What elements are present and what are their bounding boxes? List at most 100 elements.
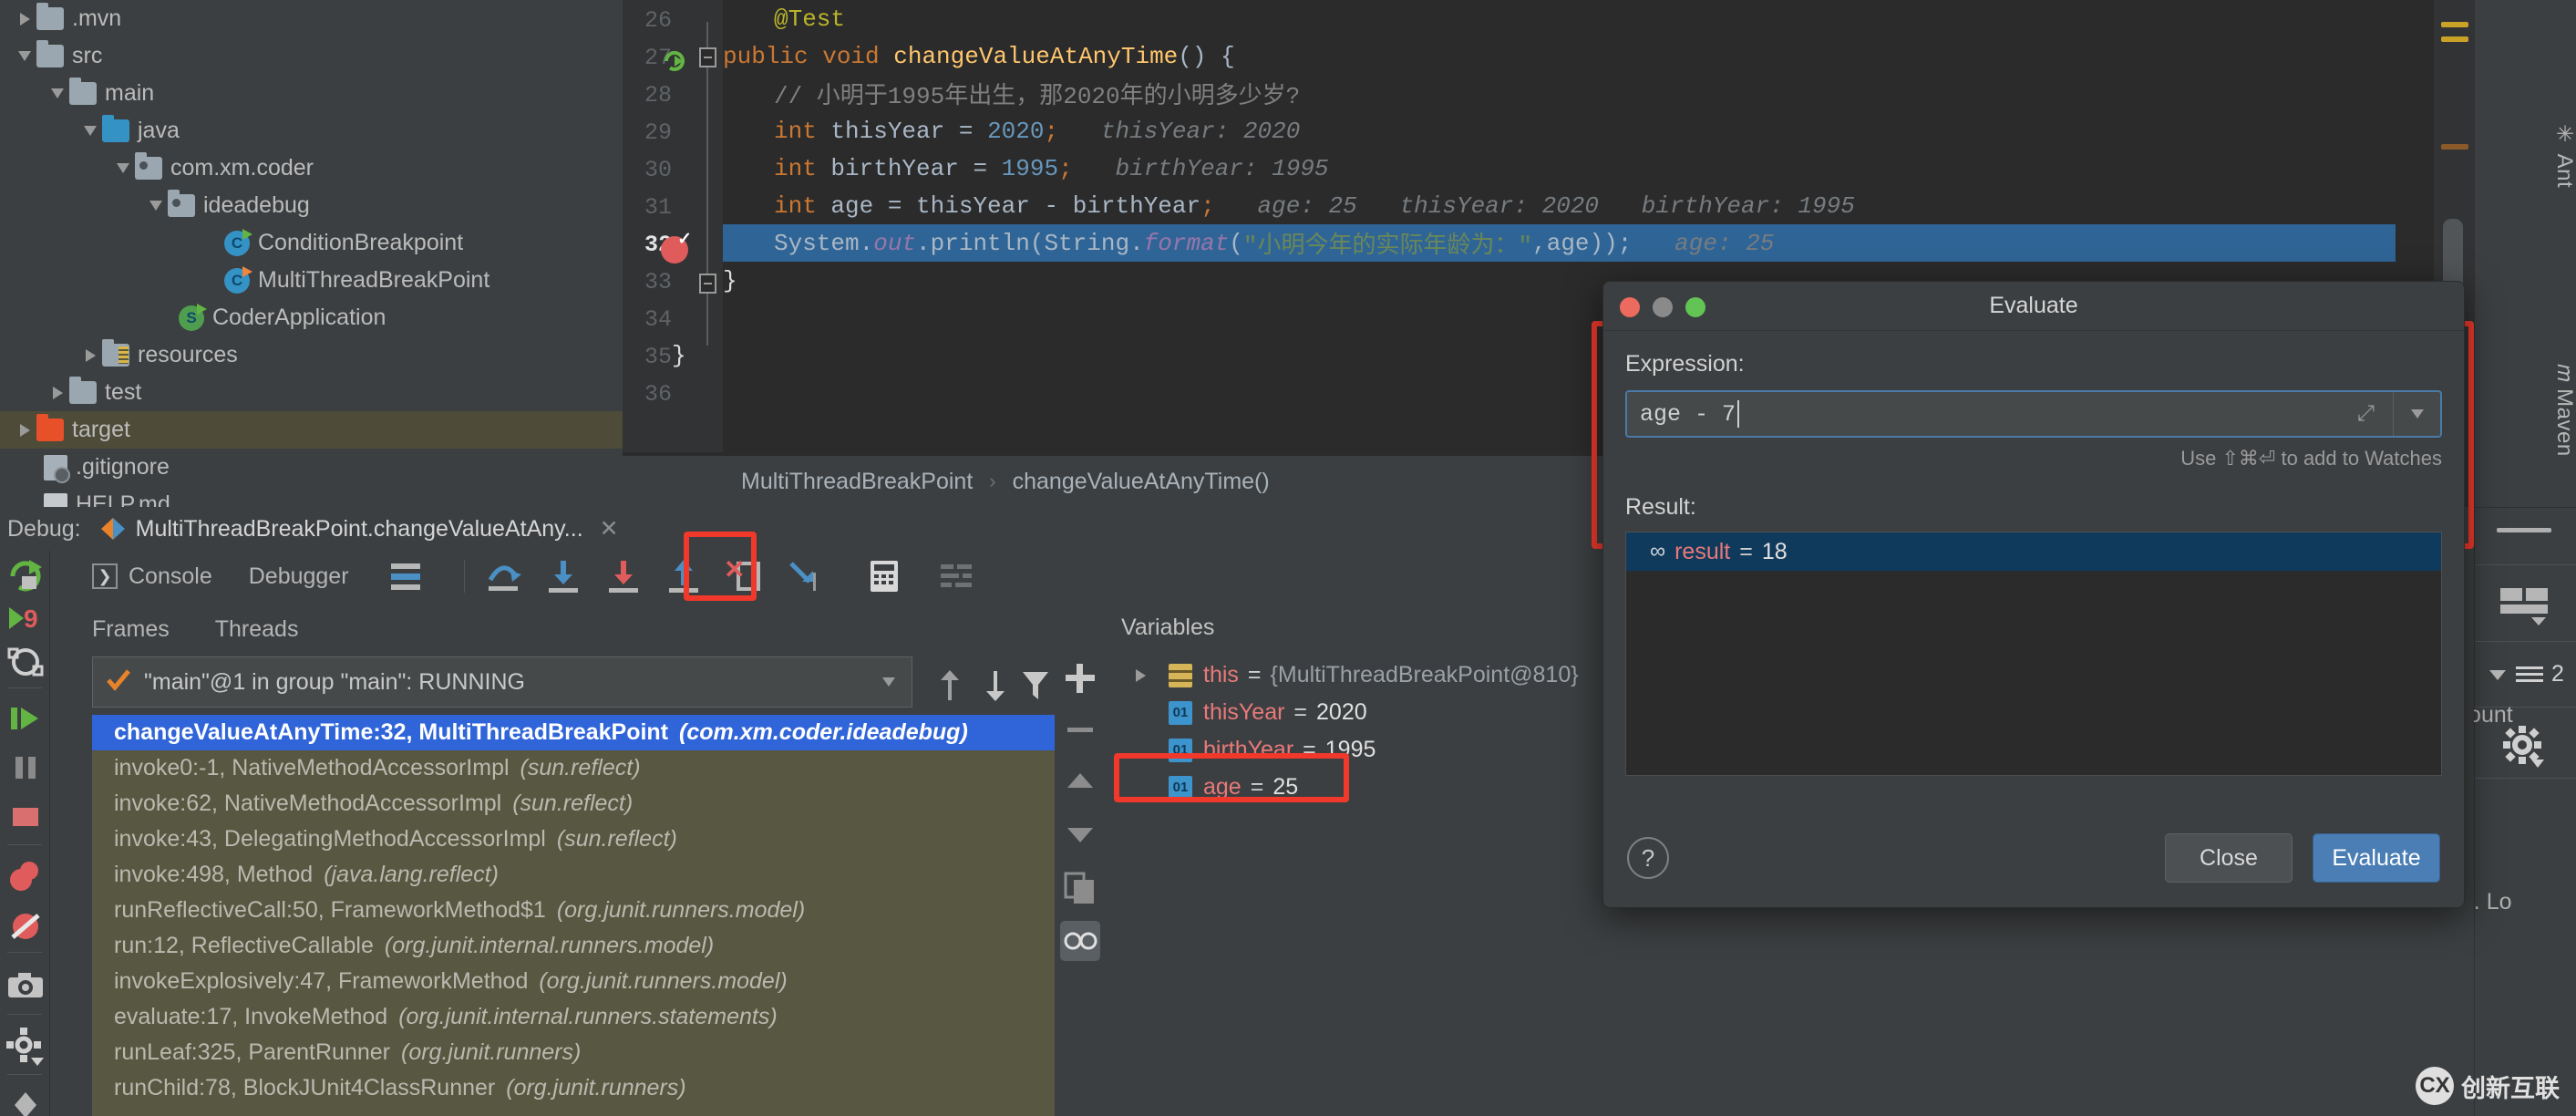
tree-item-mvn[interactable]: .mvn bbox=[0, 0, 623, 37]
force-step-into-icon[interactable] bbox=[603, 556, 644, 596]
rerun-icon[interactable] bbox=[5, 554, 46, 594]
tree-item-test[interactable]: test bbox=[0, 374, 623, 411]
breadcrumb-method[interactable]: changeValueAtAnyTime() bbox=[1013, 469, 1270, 495]
change-marker[interactable] bbox=[2441, 144, 2468, 150]
evaluate-expression-icon[interactable] bbox=[864, 556, 904, 596]
fold-marker-icon[interactable] bbox=[699, 274, 716, 294]
chevron-right-icon[interactable] bbox=[78, 336, 102, 374]
thread-selector[interactable]: "main"@1 in group "main": RUNNING bbox=[92, 656, 912, 708]
arrow-up-icon[interactable] bbox=[934, 667, 965, 708]
tab-console[interactable]: ❯ Console bbox=[92, 563, 212, 590]
camera-icon[interactable] bbox=[5, 966, 46, 1007]
warning-marker[interactable] bbox=[2441, 36, 2468, 42]
show-execution-point-icon[interactable] bbox=[386, 556, 426, 596]
tree-item-java[interactable]: java bbox=[0, 112, 623, 150]
layout-settings-icon[interactable] bbox=[937, 556, 977, 596]
minimize-window-button[interactable] bbox=[1653, 297, 1673, 317]
chevron-down-icon[interactable] bbox=[13, 37, 36, 75]
code-line-28[interactable]: // 小明于1995年出生，那2020年的小明多少岁? bbox=[774, 75, 1300, 112]
window-controls[interactable] bbox=[1620, 297, 1705, 317]
code-line-32-current[interactable]: System. out .println(String. format("小明今年的实… bbox=[723, 224, 2396, 262]
collapse-icon[interactable]: 2 bbox=[2488, 661, 2564, 687]
arrow-down-icon[interactable] bbox=[980, 667, 1011, 708]
restore-layout-icon[interactable] bbox=[5, 642, 46, 682]
right-tool-sidebar[interactable]: ✳ Ant 𝑚 Maven 2 bbox=[2474, 0, 2576, 1116]
code-line-30[interactable]: int birthYear = 1995; birthYear: 1995 bbox=[774, 150, 1329, 187]
code-line-27[interactable]: public void changeValueAtAnyTime() { bbox=[723, 37, 1235, 75]
tab-threads[interactable]: Threads bbox=[215, 616, 299, 643]
settings-gear-icon[interactable] bbox=[2502, 725, 2548, 775]
chevron-down-icon[interactable] bbox=[111, 150, 135, 187]
frame-row[interactable]: run:12, ReflectiveCallable (org.junit.in… bbox=[92, 928, 1055, 964]
chevron-right-icon[interactable] bbox=[46, 374, 69, 411]
breadcrumb-class[interactable]: MultiThreadBreakPoint bbox=[741, 469, 973, 495]
pause-icon[interactable] bbox=[5, 748, 46, 788]
tree-item-resources[interactable]: resources bbox=[0, 336, 623, 374]
close-window-button[interactable] bbox=[1620, 297, 1640, 317]
tree-item-target[interactable]: target bbox=[0, 411, 623, 449]
chevron-right-icon[interactable] bbox=[13, 411, 36, 449]
variables-toolbar[interactable] bbox=[1055, 653, 1105, 1116]
step-out-icon[interactable] bbox=[664, 556, 704, 596]
sidebar-tab-ant[interactable]: ✳ Ant bbox=[2475, 36, 2576, 274]
chevron-down-icon[interactable] bbox=[144, 187, 168, 224]
tree-item-help-md[interactable]: HELP.md bbox=[0, 486, 623, 507]
step-over-icon[interactable] bbox=[483, 556, 523, 596]
chevron-right-icon[interactable] bbox=[13, 0, 36, 37]
code-line-35[interactable]: } bbox=[672, 336, 686, 374]
frame-row[interactable]: runReflectiveCall:50, FrameworkMethod$1 … bbox=[92, 893, 1055, 928]
move-down-icon[interactable] bbox=[1060, 815, 1100, 855]
tree-item-coderapplication[interactable]: S CoderApplication bbox=[0, 299, 623, 336]
help-button[interactable]: ? bbox=[1627, 837, 1669, 879]
drop-frame-icon[interactable]: ✕ bbox=[724, 555, 764, 596]
remove-watch-icon[interactable] bbox=[1060, 709, 1100, 749]
tree-item-main[interactable]: main bbox=[0, 75, 623, 112]
mute-breakpoints-icon[interactable] bbox=[5, 906, 46, 946]
layout-icon[interactable] bbox=[2499, 586, 2550, 631]
frame-row[interactable]: invokeExplosively:47, FrameworkMethod (o… bbox=[92, 964, 1055, 999]
project-tree-panel[interactable]: .mvn src main java com.xm.coder ideadebu… bbox=[0, 0, 623, 507]
inline-watches-icon[interactable] bbox=[1060, 921, 1100, 961]
tree-item-conditionbreakpoint[interactable]: C ConditionBreakpoint bbox=[0, 224, 623, 262]
dialog-titlebar[interactable]: Evaluate bbox=[1603, 282, 2464, 331]
fold-marker-icon[interactable] bbox=[699, 47, 716, 67]
stop-icon[interactable] bbox=[5, 797, 46, 837]
tree-item-gitignore[interactable]: .gitignore bbox=[0, 449, 623, 486]
copy-icon[interactable] bbox=[1060, 868, 1100, 908]
debug-left-rail[interactable]: 9 bbox=[0, 551, 50, 1116]
settings-icon[interactable] bbox=[5, 1027, 46, 1067]
resume-program-icon[interactable]: 9 bbox=[5, 598, 46, 638]
pin-icon[interactable] bbox=[5, 1089, 46, 1116]
tree-item-src[interactable]: src bbox=[0, 37, 623, 75]
chevron-down-icon[interactable] bbox=[78, 112, 102, 150]
close-button[interactable]: Close bbox=[2165, 833, 2293, 883]
evaluate-button[interactable]: Evaluate bbox=[2313, 833, 2440, 883]
minimize-icon[interactable] bbox=[2497, 528, 2551, 532]
debugger-panel-tabs[interactable]: Frames Threads bbox=[50, 605, 1053, 653]
tree-item-ideadebug[interactable]: ideadebug bbox=[0, 187, 623, 224]
result-row[interactable]: ∞ result = 18 bbox=[1626, 532, 2441, 571]
history-dropdown-icon[interactable] bbox=[2393, 392, 2440, 436]
frame-row[interactable]: evaluate:17, InvokeMethod (org.junit.int… bbox=[92, 999, 1055, 1035]
run-to-cursor-icon[interactable] bbox=[784, 556, 824, 596]
tab-frames[interactable]: Frames bbox=[92, 616, 170, 643]
tree-item-multithreadbreakpoint[interactable]: C MultiThreadBreakPoint bbox=[0, 262, 623, 299]
code-line-31[interactable]: int age = thisYear - birthYear; age: 25 … bbox=[774, 187, 1855, 224]
result-box[interactable]: ∞ result = 18 bbox=[1625, 532, 2442, 776]
frame-row-selected[interactable]: changeValueAtAnyTime:32, MultiThreadBrea… bbox=[92, 715, 1055, 750]
frame-row[interactable]: invoke:498, Method (java.lang.reflect) bbox=[92, 857, 1055, 893]
chevron-right-icon[interactable] bbox=[1136, 668, 1159, 682]
expand-editor-icon[interactable]: ⤢ bbox=[2357, 401, 2375, 427]
frame-row[interactable]: invoke:43, DelegatingMethodAccessorImpl … bbox=[92, 822, 1055, 857]
frame-row[interactable]: runChild:78, BlockJUnit4ClassRunner (org… bbox=[92, 1070, 1055, 1106]
tree-item-com-xm-coder[interactable]: com.xm.coder bbox=[0, 150, 623, 187]
frame-row[interactable]: invoke:62, NativeMethodAccessorImpl (sun… bbox=[92, 786, 1055, 822]
breakpoint-icon[interactable] bbox=[661, 229, 692, 264]
filter-icon[interactable] bbox=[1020, 667, 1051, 708]
code-line-26[interactable]: @Test bbox=[774, 0, 845, 37]
warning-marker[interactable] bbox=[2441, 22, 2468, 27]
frames-list[interactable]: changeValueAtAnyTime:32, MultiThreadBrea… bbox=[92, 715, 1055, 1116]
view-breakpoints-icon[interactable] bbox=[5, 857, 46, 897]
add-watch-icon[interactable] bbox=[1060, 658, 1100, 698]
resume-icon[interactable] bbox=[5, 698, 46, 739]
